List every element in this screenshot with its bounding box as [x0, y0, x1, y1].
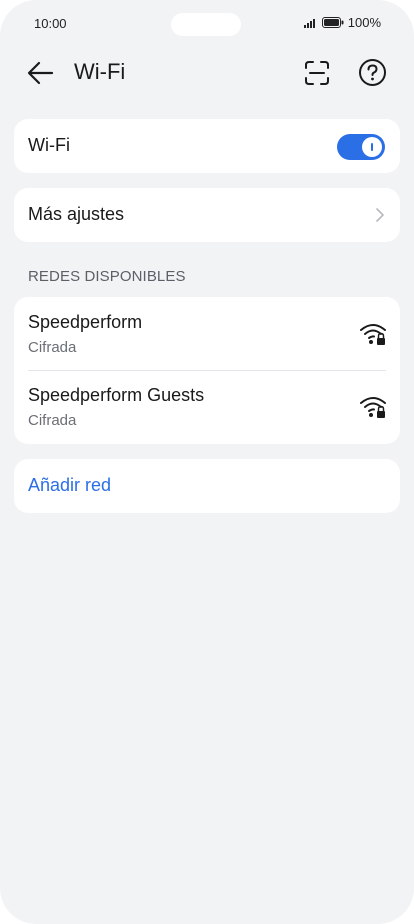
chevron-right-icon	[376, 208, 384, 222]
wifi-toggle-row[interactable]: Wi-Fi	[14, 119, 400, 173]
status-bar: 10:00 100%	[0, 0, 414, 44]
wifi-lock-icon	[360, 324, 386, 345]
add-network-label: Añadir red	[28, 475, 112, 495]
battery-icon	[321, 17, 344, 28]
more-settings-label: Más ajustes	[28, 204, 125, 224]
app-header: Wi-Fi	[0, 52, 414, 96]
signal-icon	[303, 18, 315, 28]
network-item[interactable]: Speedperform Guests Cifrada	[14, 370, 400, 443]
status-time: 10:00	[34, 16, 67, 31]
phone-screen: 10:00 100% Wi-Fi Wi-Fi Más ajustes REDES…	[0, 0, 414, 924]
available-networks-list: Speedperform Cifrada Speedperform Guests…	[14, 297, 400, 444]
network-item[interactable]: Speedperform Cifrada	[14, 297, 400, 371]
page-title: Wi-Fi	[74, 59, 126, 84]
battery-percent: 100%	[347, 15, 381, 30]
back-arrow-icon[interactable]	[26, 60, 56, 86]
status-indicators: 100%	[303, 15, 381, 30]
scan-icon[interactable]	[303, 59, 331, 87]
network-security: Cifrada	[28, 339, 77, 356]
network-security: Cifrada	[28, 412, 77, 429]
camera-notch	[171, 13, 241, 36]
more-settings-row[interactable]: Más ajustes	[14, 188, 400, 242]
help-icon[interactable]	[358, 58, 387, 87]
network-name: Speedperform Guests	[28, 385, 205, 405]
wifi-lock-icon	[360, 397, 386, 418]
wifi-label: Wi-Fi	[28, 135, 70, 155]
add-network-button[interactable]: Añadir red	[14, 459, 400, 513]
toggle-knob	[362, 137, 382, 157]
wifi-toggle[interactable]	[337, 134, 385, 160]
available-networks-header: REDES DISPONIBLES	[28, 268, 186, 285]
network-name: Speedperform	[28, 312, 143, 332]
